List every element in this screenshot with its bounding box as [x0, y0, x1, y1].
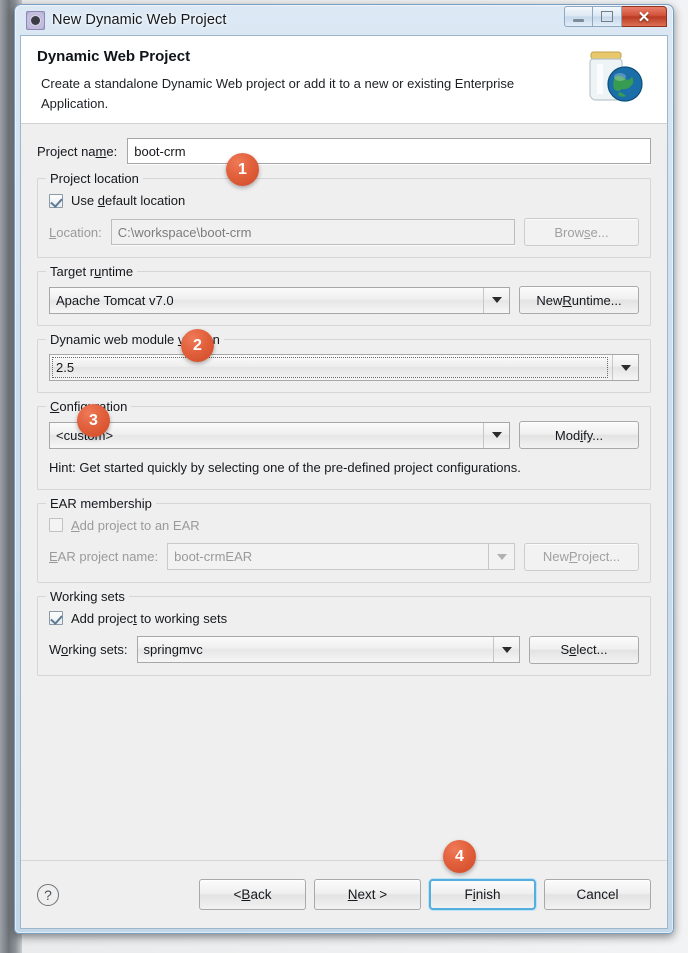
project-name-input[interactable]: boot-crm [127, 138, 651, 164]
configuration-group: Configuration <custom> Modify... Hint: G… [37, 399, 651, 490]
chevron-down-icon[interactable] [612, 355, 638, 380]
project-location-group-title: Project location [46, 171, 143, 186]
step-badge-1: 1 [226, 153, 259, 186]
use-default-location-checkbox[interactable]: Use default location [49, 193, 639, 208]
location-label: Location: [49, 224, 102, 240]
step-badge-4: 4 [443, 840, 476, 873]
help-icon[interactable]: ? [37, 883, 59, 906]
focus-outline [52, 357, 608, 378]
working-sets-row: Working sets: springmvc Se lect... [49, 635, 639, 664]
ear-project-name-label: EAR project name: [49, 549, 159, 564]
target-runtime-group-title: Target runtime [46, 264, 138, 279]
ear-project-name-row: EAR project name: boot-crmEAR New Projec… [49, 542, 639, 571]
back-button[interactable]: < Back [199, 879, 306, 910]
chevron-down-icon [488, 544, 514, 569]
browse-button: Brow s e... [524, 218, 639, 246]
minimize-button[interactable] [564, 6, 593, 27]
target-runtime-row: Apache Tomcat v7.0 New Runtime... [49, 286, 639, 314]
project-name-row: Project name: boot-crm [37, 138, 651, 164]
configuration-row: <custom> Mod i fy... [49, 421, 639, 449]
use-default-location-label: Use default location [71, 193, 186, 208]
location-row: Location: C:\workspace\boot-crm Brow s e..… [49, 218, 639, 246]
ear-membership-group-title: EAR membership [46, 495, 156, 511]
target-runtime-group: Target runtime Apache Tomcat v7.0 New Ru… [37, 264, 651, 326]
eclipse-wizard-icon [26, 10, 45, 30]
window-title: New Dynamic Web Project [52, 12, 227, 28]
caption-buttons: ✕ [564, 6, 667, 27]
cancel-button[interactable]: Cancel [544, 879, 651, 910]
configuration-hint: Hint: Get started quickly by selecting o… [49, 460, 521, 475]
project-name-label: Project name: [37, 143, 118, 159]
add-to-working-sets-label: Add project to working sets [71, 610, 228, 626]
wizard-banner: Dynamic Web Project Create a standalone … [21, 36, 667, 124]
modify-button[interactable]: Mod i fy... [519, 421, 639, 449]
add-to-ear-label: Add project to an EAR [71, 517, 200, 533]
ear-membership-group: EAR membership Add project to an EAR EAR… [37, 495, 651, 583]
add-to-working-sets-checkbox[interactable]: Add project to working sets [49, 611, 639, 626]
chevron-down-icon[interactable] [483, 287, 509, 313]
chevron-down-icon[interactable] [493, 637, 519, 662]
page-description: Create a standalone Dynamic Web project … [41, 76, 515, 112]
target-runtime-combo[interactable]: Apache Tomcat v7.0 [49, 286, 510, 314]
step-badge-3: 3 [77, 404, 110, 437]
module-version-value: 2.5 [56, 360, 75, 375]
module-version-group: Dynamic web module version 2.5 [37, 332, 651, 393]
new-runtime-button[interactable]: New Runtime... [519, 286, 639, 314]
page-title: Dynamic Web Project [37, 48, 191, 65]
project-name-value: boot-crm [134, 143, 186, 159]
step-badge-2: 2 [181, 329, 214, 362]
close-button[interactable]: ✕ [622, 6, 667, 27]
working-sets-combo[interactable]: springmvc [136, 636, 520, 663]
restore-button[interactable] [593, 6, 622, 27]
wizard-buttons: < Back Next > Fi nish Cancel [199, 879, 651, 910]
working-sets-group: Working sets Add project to working sets… [37, 588, 651, 676]
ear-project-name-value: boot-crmEAR [174, 549, 253, 564]
ear-project-name-combo: boot-crmEAR [167, 543, 515, 570]
dialog-footer: ? < Back Next > Fi nish Cancel [21, 860, 667, 928]
new-project-button: New Project... [524, 542, 639, 571]
checkbox-icon [49, 611, 63, 625]
dialog-client-area: Dynamic Web Project Create a standalone … [20, 35, 668, 929]
select-button[interactable]: Se lect... [529, 635, 639, 664]
dialog-window: New Dynamic Web Project ✕ Dynamic Web Pr… [14, 4, 674, 934]
working-sets-value: springmvc [143, 642, 203, 657]
add-to-ear-checkbox: Add project to an EAR [49, 518, 639, 533]
finish-button[interactable]: Fi nish [429, 879, 536, 910]
next-button[interactable]: Next > [314, 879, 421, 910]
working-sets-label: Working sets: [49, 642, 128, 657]
checkbox-icon [49, 518, 63, 532]
module-version-combo[interactable]: 2.5 [49, 354, 639, 381]
location-value: C:\workspace\boot-crm [117, 224, 252, 240]
jar-globe-icon [589, 51, 643, 102]
location-input: C:\workspace\boot-crm [110, 219, 515, 245]
target-runtime-value: Apache Tomcat v7.0 [56, 292, 174, 308]
working-sets-group-title: Working sets [46, 588, 129, 604]
chevron-down-icon[interactable] [483, 422, 509, 448]
title-bar: New Dynamic Web Project ✕ [20, 5, 668, 35]
wizard-form: Project name: boot-crm Project location … [21, 124, 667, 676]
project-location-group: Project location Use default location Lo… [37, 171, 651, 258]
configuration-combo[interactable]: <custom> [49, 421, 510, 449]
checkbox-icon [49, 193, 63, 208]
